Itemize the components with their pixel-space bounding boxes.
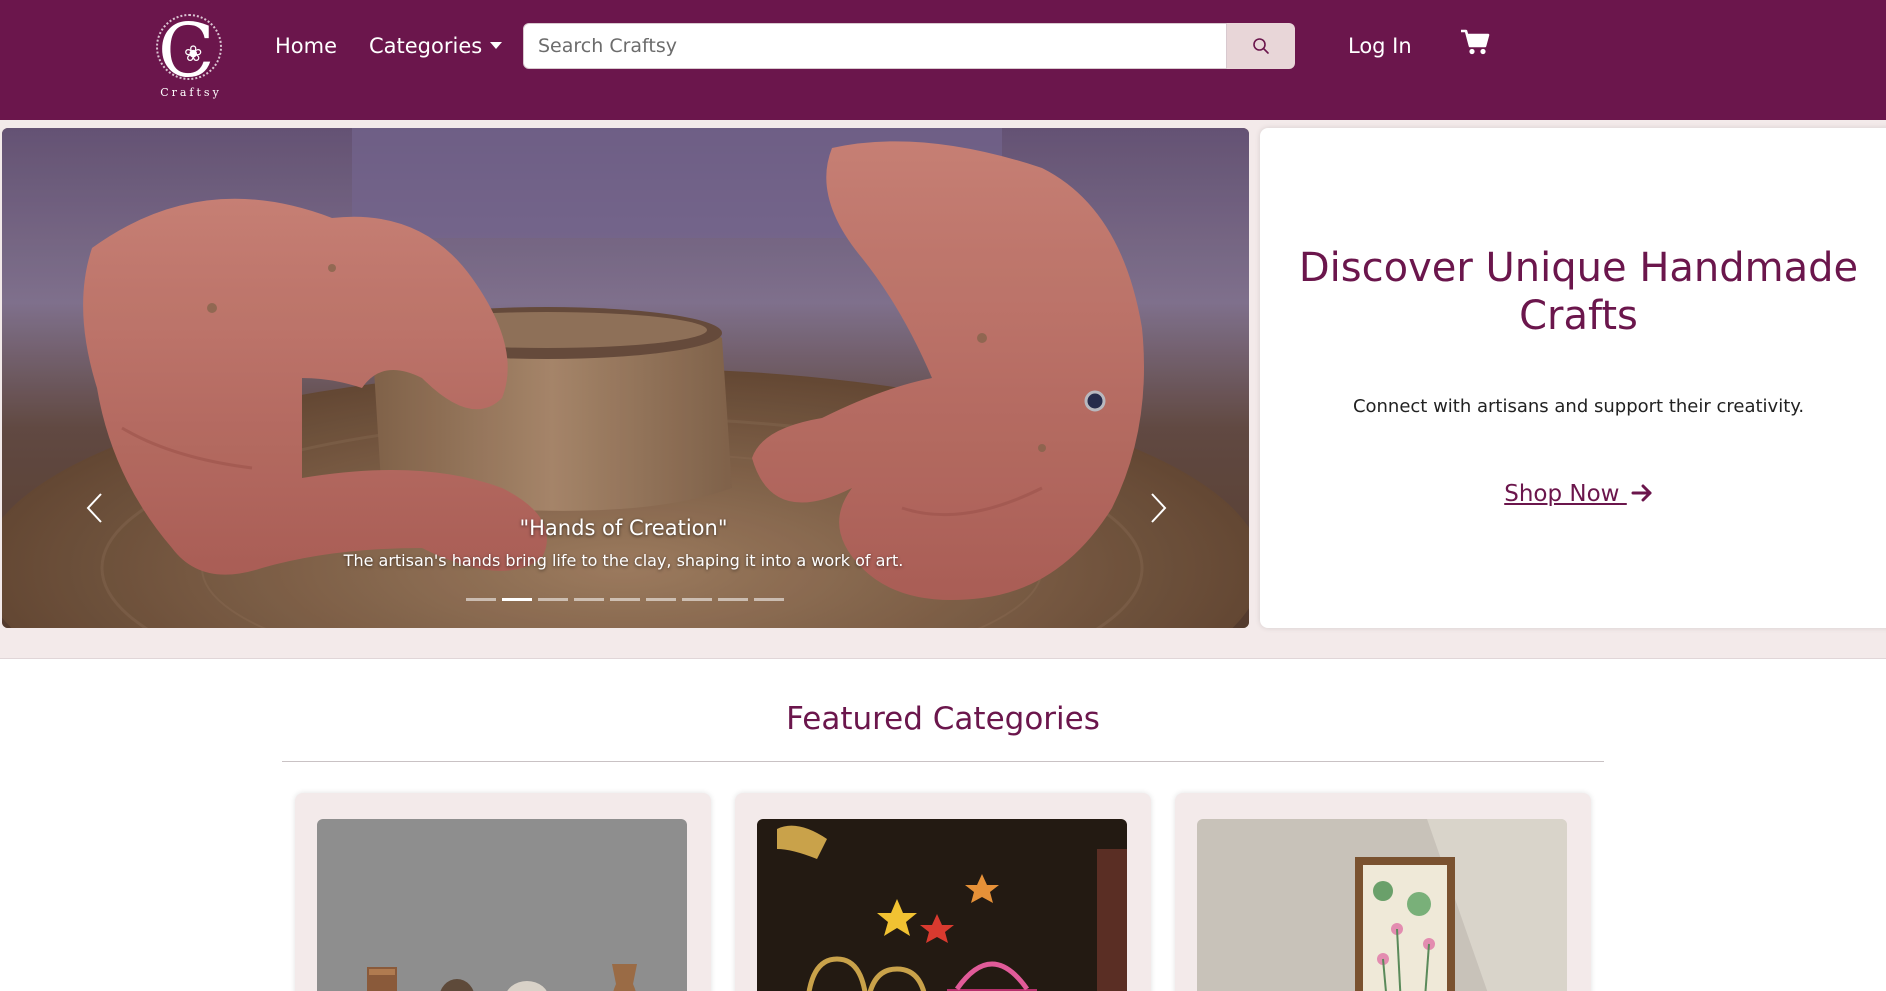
category-image xyxy=(317,819,687,991)
logo-wordmark: Craftsy xyxy=(160,86,222,99)
category-card[interactable] xyxy=(1175,793,1591,991)
carousel-indicator[interactable] xyxy=(466,598,496,601)
carousel-indicator[interactable] xyxy=(718,598,748,601)
framed-lotus-painting-photo xyxy=(1197,819,1567,991)
category-card[interactable] xyxy=(735,793,1151,991)
nav-home-link[interactable]: Home xyxy=(275,32,337,60)
caret-down-icon xyxy=(490,41,503,49)
craftsy-logo[interactable]: C ❀ Craftsy xyxy=(150,12,232,102)
shop-now-label: Shop Now xyxy=(1504,481,1620,507)
search-form xyxy=(523,23,1295,69)
carousel-indicator[interactable] xyxy=(646,598,676,601)
hero-subtitle: Connect with artisans and support their … xyxy=(1352,396,1805,417)
carousel-indicator[interactable] xyxy=(754,598,784,601)
category-card[interactable] xyxy=(295,793,711,991)
cart-button[interactable] xyxy=(1460,28,1490,60)
nav-categories-label: Categories xyxy=(369,34,483,58)
woven-baskets-photo xyxy=(757,819,1127,991)
nav-categories-dropdown[interactable]: Categories xyxy=(369,32,503,60)
carousel-indicator-active[interactable] xyxy=(502,598,532,601)
hero-title: Discover Unique Handmade Crafts xyxy=(1298,245,1859,339)
lotus-icon: ❀ xyxy=(184,42,203,67)
category-image xyxy=(757,819,1127,991)
search-icon xyxy=(1253,38,1269,54)
carousel-caption-text: The artisan's hands bring life to the cl… xyxy=(343,551,904,570)
hero-card: Discover Unique Handmade Crafts Connect … xyxy=(1260,128,1886,628)
carousel-indicator[interactable] xyxy=(538,598,568,601)
top-navbar: C ❀ Craftsy Home Categories Log In xyxy=(0,0,1886,120)
category-image xyxy=(1197,819,1567,991)
carousel-indicator[interactable] xyxy=(682,598,712,601)
search-input[interactable] xyxy=(523,23,1227,69)
shopping-cart-icon xyxy=(1461,29,1490,55)
carousel-indicator[interactable] xyxy=(574,598,604,601)
featured-categories-title: Featured Categories xyxy=(786,701,1100,737)
carousel-caption-title: "Hands of Creation" xyxy=(519,516,728,540)
search-button[interactable] xyxy=(1227,23,1295,69)
section-divider xyxy=(282,761,1604,762)
nav-login-link[interactable]: Log In xyxy=(1348,32,1412,60)
shop-now-link[interactable]: Shop Now xyxy=(1260,481,1886,507)
carousel-indicators xyxy=(466,598,784,601)
pottery-vases-photo xyxy=(317,819,687,991)
featured-categories-section: Featured Categories xyxy=(0,658,1886,991)
carousel-indicator[interactable] xyxy=(610,598,640,601)
arrow-right-icon xyxy=(1631,481,1653,507)
